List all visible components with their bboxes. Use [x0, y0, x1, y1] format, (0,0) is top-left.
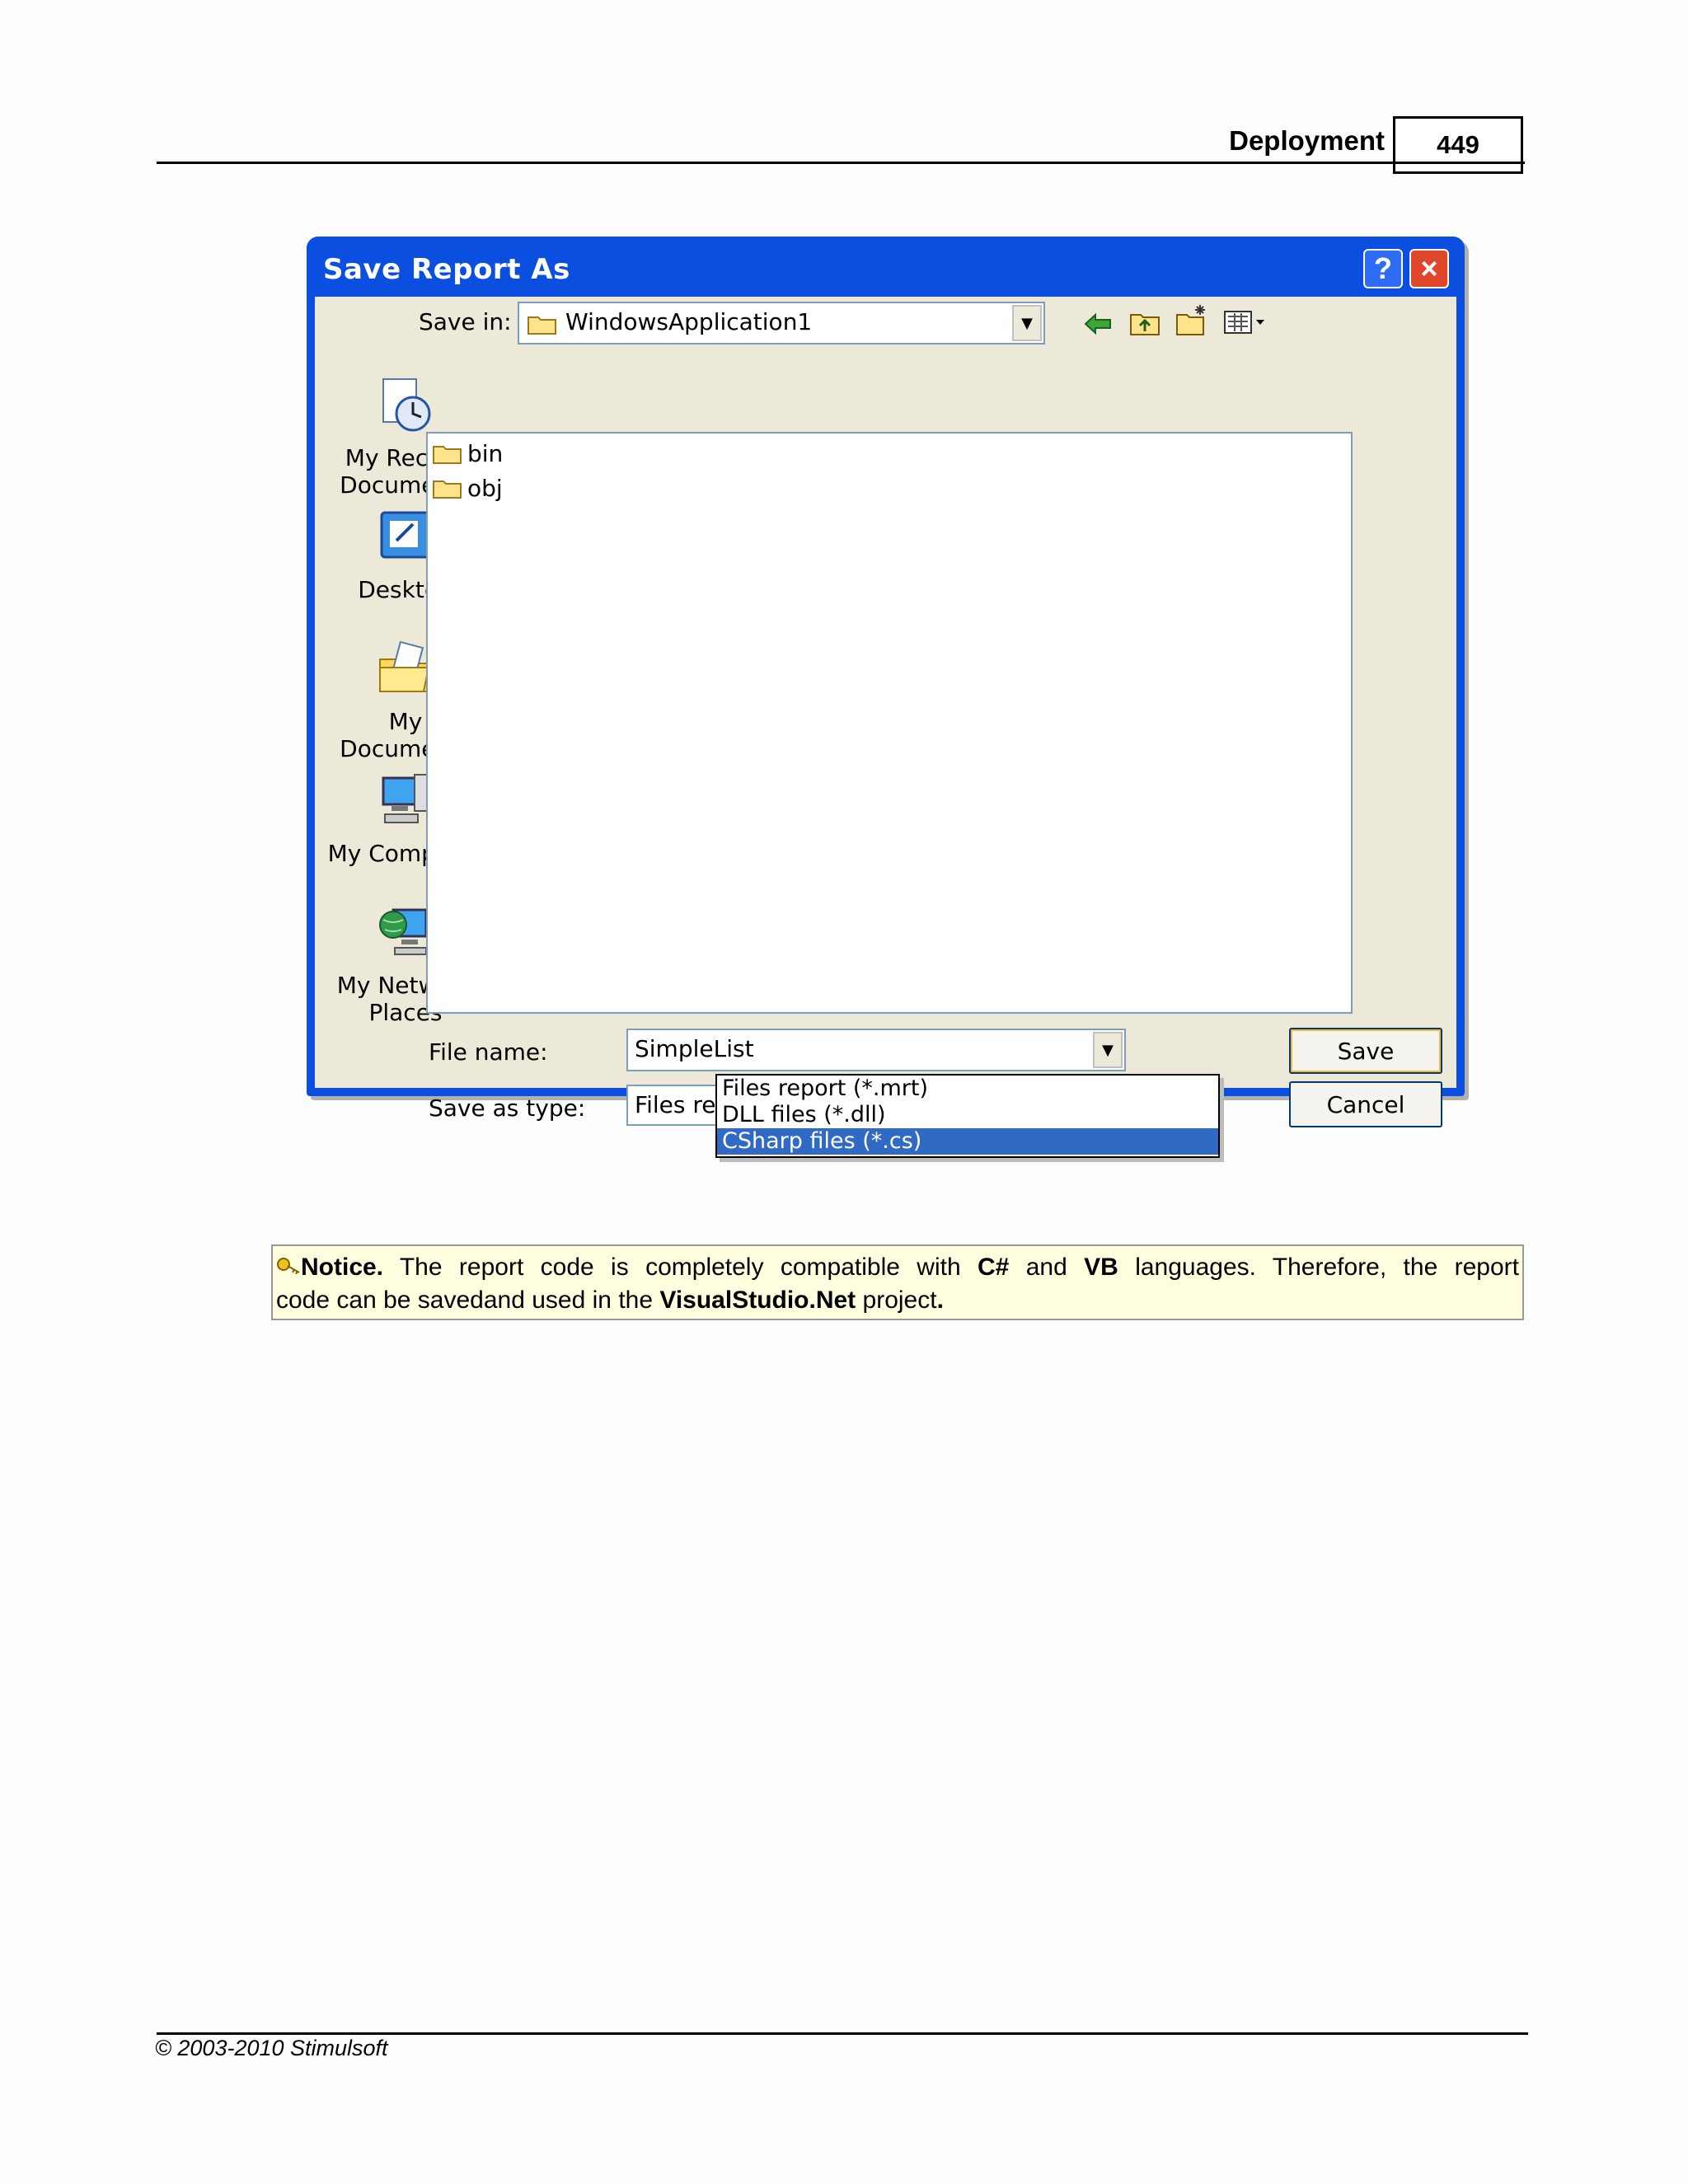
- save-in-value: WindowsApplication1: [565, 308, 813, 335]
- list-item[interactable]: bin: [433, 440, 503, 467]
- dropdown-option[interactable]: Files report (*.mrt): [717, 1076, 1218, 1102]
- footer-rule: [157, 2032, 1528, 2035]
- new-folder-icon[interactable]: [1175, 303, 1208, 336]
- help-button[interactable]: ?: [1363, 249, 1403, 288]
- notice-text: languages. Therefore, the report: [1118, 1254, 1519, 1281]
- dialog-title: Save Report As: [323, 253, 570, 286]
- notice-text: and: [1009, 1254, 1085, 1281]
- folder-icon: [528, 316, 556, 335]
- folder-icon: [433, 480, 462, 499]
- recent-documents-icon: [382, 378, 431, 432]
- notice-bold: VisualStudio.Net: [659, 1286, 856, 1314]
- cancel-button[interactable]: Cancel: [1289, 1081, 1442, 1127]
- key-icon: [277, 1258, 300, 1275]
- notice-text: The report code is completely compatible…: [383, 1254, 978, 1281]
- folder-icon: [433, 445, 462, 464]
- close-button[interactable]: ×: [1409, 249, 1449, 288]
- type-dropdown-list[interactable]: Files report (*.mrt) DLL files (*.dll) C…: [715, 1074, 1220, 1158]
- file-list[interactable]: bin obj: [426, 432, 1353, 1014]
- file-name-input[interactable]: SimpleList ▼: [626, 1029, 1126, 1071]
- save-as-type-label: Save as type:: [429, 1094, 586, 1122]
- file-name-text: bin: [467, 440, 504, 467]
- file-name-value: SimpleList: [635, 1035, 754, 1062]
- dropdown-option[interactable]: DLL files (*.dll): [717, 1102, 1218, 1128]
- page-number-box: 449: [1393, 116, 1523, 174]
- section-title: Deployment: [1229, 125, 1385, 156]
- notice-text: project: [856, 1286, 937, 1314]
- notice-box: Notice. The report code is completely co…: [271, 1244, 1524, 1320]
- save-in-combo[interactable]: WindowsApplication1 ▼: [518, 302, 1045, 344]
- notice-lead: Notice.: [301, 1254, 384, 1281]
- view-menu-icon[interactable]: [1223, 308, 1269, 336]
- notice-bold: VB: [1084, 1254, 1118, 1281]
- header-rule: [157, 162, 1525, 164]
- up-folder-icon[interactable]: [1129, 308, 1160, 336]
- save-button[interactable]: Save: [1289, 1028, 1442, 1074]
- notice-end: .: [936, 1286, 944, 1314]
- chevron-down-icon[interactable]: ▼: [1093, 1032, 1123, 1068]
- save-in-label: Save in:: [419, 308, 512, 335]
- notice-bold: C#: [978, 1254, 1010, 1281]
- page-number: 449: [1437, 130, 1479, 159]
- file-name-text: obj: [467, 475, 503, 502]
- save-report-dialog: Save Report As ? × Save in: WindowsAppli…: [307, 237, 1465, 1127]
- dialog-body: Save in: WindowsApplication1 ▼ My Recent…: [315, 297, 1456, 1127]
- file-name-label: File name:: [429, 1038, 548, 1066]
- notice-text: code can be savedand used in the: [276, 1286, 660, 1314]
- back-icon[interactable]: [1083, 312, 1113, 336]
- chevron-down-icon[interactable]: ▼: [1012, 305, 1042, 341]
- footer-copyright: © 2003-2010 Stimulsoft: [155, 2036, 388, 2060]
- list-item[interactable]: obj: [433, 475, 503, 502]
- dropdown-option-selected[interactable]: CSharp files (*.cs): [717, 1128, 1218, 1155]
